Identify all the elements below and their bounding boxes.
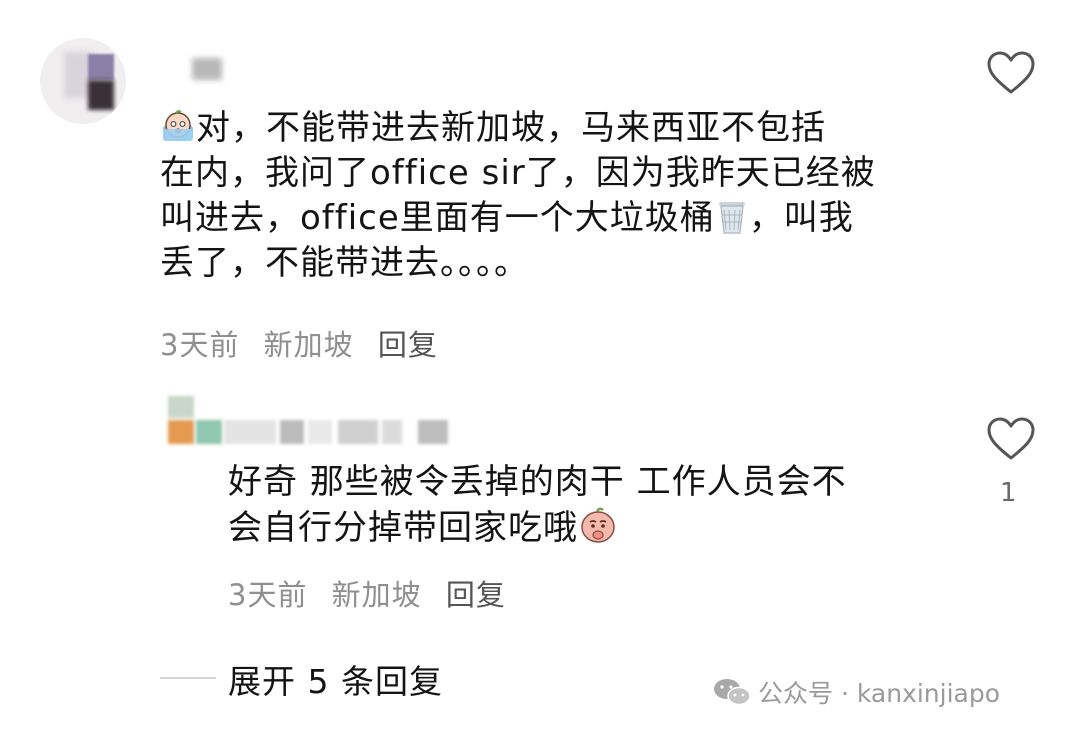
- reply-body: 好奇 那些被令丢掉的肉干 工作人员会不 会自行分掉带回家吃哦: [228, 460, 928, 551]
- watermark: 公众号 · kanxinjiapo: [712, 674, 1000, 710]
- like-heart-icon[interactable]: [986, 416, 1036, 462]
- reply-line: 会自行分掉带回家吃哦: [228, 508, 578, 548]
- trash-can-icon: [718, 202, 745, 234]
- timestamp: 3天前: [228, 578, 308, 612]
- reply-button[interactable]: 回复: [446, 578, 506, 612]
- expand-replies-button[interactable]: 展开 5 条回复: [228, 655, 443, 703]
- divider: [160, 677, 216, 679]
- location: 新加坡: [331, 578, 422, 612]
- username-blurred[interactable]: [192, 58, 222, 80]
- comment-line: ，叫我: [748, 198, 854, 238]
- comment-line: 丢了，不能带进去。。。。: [160, 243, 529, 283]
- comment-line: 对，不能带进去新加坡，马来西亚不包括: [196, 108, 826, 148]
- location: 新加坡: [263, 328, 354, 362]
- reply-user-blurred[interactable]: [168, 396, 458, 448]
- comment-line: 叫进去，office里面有一个大垃圾桶: [160, 198, 715, 238]
- avatar[interactable]: [40, 38, 126, 124]
- reply-button[interactable]: 回复: [378, 328, 438, 362]
- like-count: 1: [1000, 478, 1017, 508]
- comment-body: 对，不能带进去新加坡，马来西亚不包括 在内，我问了office sir了，因为我…: [160, 106, 940, 286]
- thinking-face-icon: [581, 507, 615, 543]
- reply-meta: 3天前 新加坡 回复: [228, 572, 520, 614]
- comment-meta: 3天前 新加坡 回复: [160, 322, 452, 364]
- like-heart-icon[interactable]: [986, 50, 1036, 96]
- crying-face-icon: [163, 110, 193, 141]
- wechat-icon: [714, 679, 751, 706]
- timestamp: 3天前: [160, 328, 240, 362]
- comment-line: 在内，我问了office sir了，因为我昨天已经被: [160, 153, 876, 193]
- reply-line: 好奇 那些被令丢掉的肉干 工作人员会不: [228, 462, 847, 502]
- watermark-text: 公众号 · kanxinjiapo: [758, 679, 1001, 708]
